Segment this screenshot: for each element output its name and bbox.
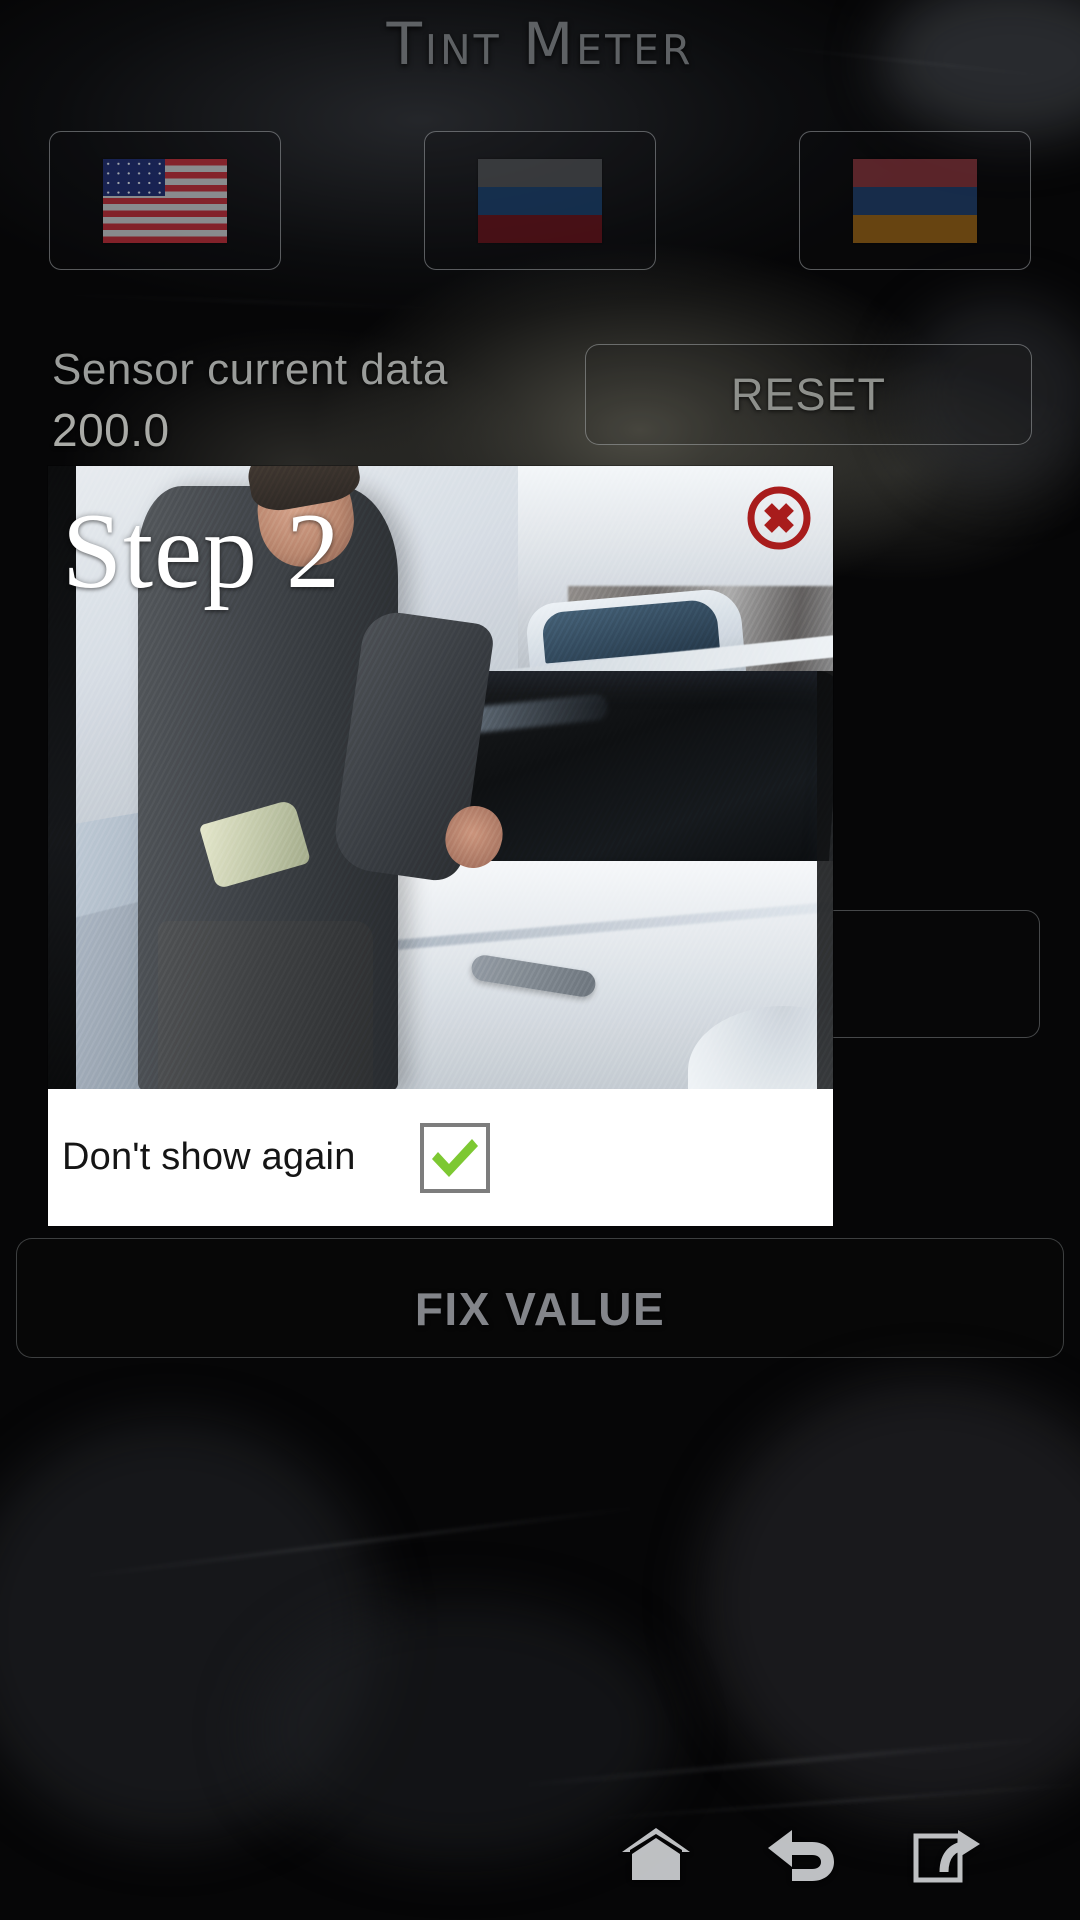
recents-icon[interactable] <box>906 1820 990 1890</box>
step-dialog: Step 2 Don't show again <box>48 466 833 1226</box>
app-root: Tint Meter Sensor current data 200.0 RES… <box>0 0 1080 1920</box>
home-icon[interactable] <box>614 1820 698 1890</box>
language-button-am[interactable] <box>799 131 1031 270</box>
us-flag-icon <box>103 158 227 243</box>
secondary-control-button[interactable] <box>820 910 1040 1038</box>
illustration-right-border <box>817 671 833 1089</box>
language-button-ru[interactable] <box>424 131 656 270</box>
back-icon[interactable] <box>760 1820 844 1890</box>
fix-value-button[interactable]: FIX VALUE <box>0 1282 1080 1336</box>
app-title: Tint Meter <box>386 10 694 78</box>
dialog-footer: Don't show again <box>48 1089 833 1226</box>
language-selector-row <box>0 131 1080 270</box>
sensor-data-label: Sensor current data <box>52 345 448 394</box>
dont-show-again-label: Don't show again <box>62 1136 356 1178</box>
step-title: Step 2 <box>62 492 342 611</box>
dont-show-again-checkbox[interactable] <box>419 1122 490 1193</box>
us-flag-canton <box>103 158 165 197</box>
illustration-officer-legs <box>158 921 373 1089</box>
am-flag-icon <box>853 158 977 243</box>
step-illustration: Step 2 <box>48 466 833 1089</box>
close-circle-icon[interactable] <box>743 482 815 554</box>
system-navigation-bar <box>0 1790 1080 1920</box>
sensor-data-value: 200.0 <box>52 404 170 456</box>
language-button-us[interactable] <box>49 131 281 270</box>
ru-flag-icon <box>478 158 602 243</box>
reset-button[interactable]: RESET <box>585 344 1032 445</box>
